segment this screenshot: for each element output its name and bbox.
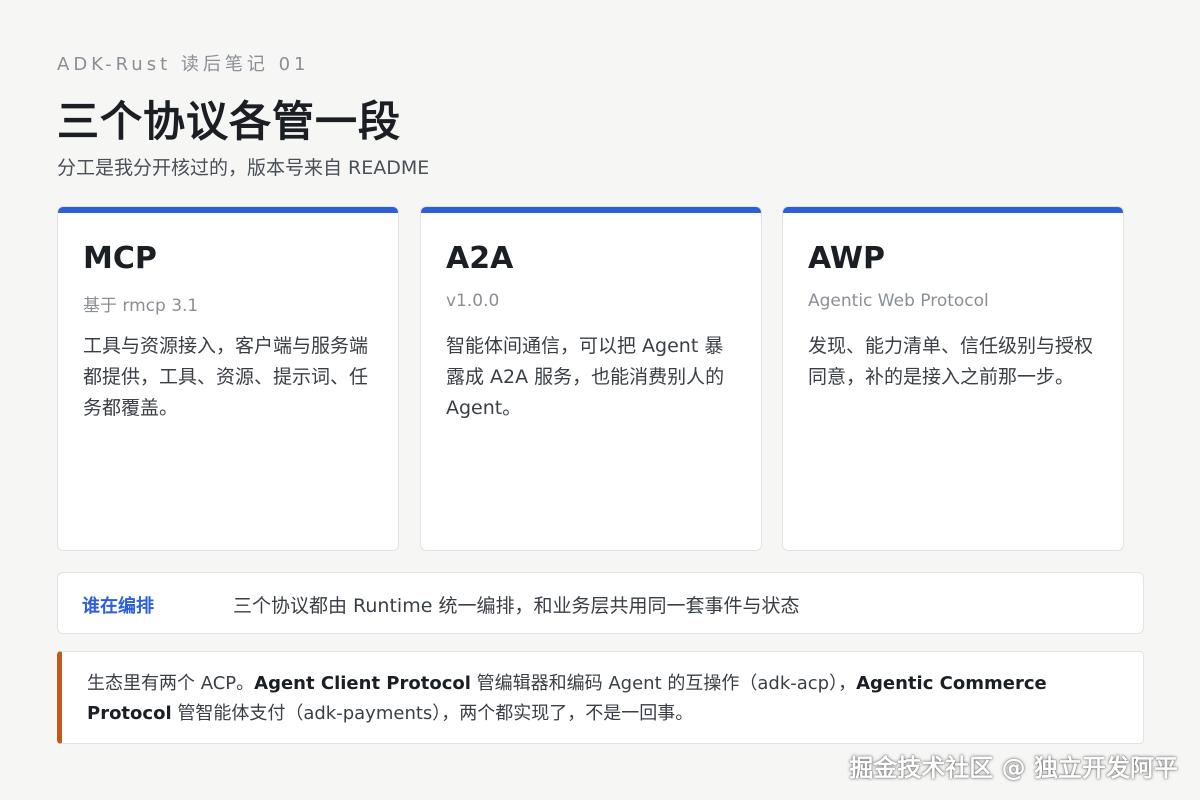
page-title: 三个协议各管一段 (57, 97, 402, 146)
card-meta: 基于 rmcp 3.1 (83, 296, 199, 316)
card-meta: Agentic Web Protocol (808, 291, 989, 311)
watermark: 掘金技术社区 @ 独立开发阿平 (849, 754, 1178, 782)
note-part-1: 生态里有两个 ACP。 (87, 673, 255, 694)
card-title: AWP (808, 241, 885, 276)
card-title: A2A (446, 241, 514, 276)
acp-note-text: 生态里有两个 ACP。Agent Client Protocol 管编辑器和编码… (87, 669, 1137, 729)
card-mcp: MCP 基于 rmcp 3.1 工具与资源接入，客户端与服务端都提供，工具、资源… (57, 206, 399, 551)
orchestration-text: 三个协议都由 Runtime 统一编排，和业务层共用同一套事件与状态 (233, 595, 800, 617)
card-description: 发现、能力清单、信任级别与授权同意，补的是接入之前那一步。 (808, 335, 1094, 388)
card-description: 工具与资源接入，客户端与服务端都提供，工具、资源、提示词、任务都覆盖。 (83, 335, 369, 419)
card-meta: v1.0.0 (446, 291, 500, 311)
card-a2a: A2A v1.0.0 智能体间通信，可以把 Agent 暴露成 A2A 服务，也… (420, 206, 762, 551)
note-part-2: 管编辑器和编码 Agent 的互操作（adk-acp）， (470, 673, 857, 694)
card-awp: AWP Agentic Web Protocol 发现、能力清单、信任级别与授权… (782, 206, 1124, 551)
note-bold-1: Agent Client Protocol (254, 673, 471, 694)
acp-note: 生态里有两个 ACP。Agent Client Protocol 管编辑器和编码… (57, 651, 1144, 744)
page-subtitle: 分工是我分开核过的，版本号来自 README (57, 157, 430, 179)
orchestration-row: 谁在编排 三个协议都由 Runtime 统一编排，和业务层共用同一套事件与状态 (57, 572, 1144, 634)
card-description: 智能体间通信，可以把 Agent 暴露成 A2A 服务，也能消费别人的 Agen… (446, 335, 725, 419)
orchestration-label: 谁在编排 (82, 596, 154, 617)
note-part-3: 管智能体支付（adk-payments），两个都实现了，不是一回事。 (171, 703, 694, 724)
eyebrow-label: ADK-Rust 读后笔记 01 (57, 54, 310, 75)
card-title: MCP (83, 241, 157, 276)
